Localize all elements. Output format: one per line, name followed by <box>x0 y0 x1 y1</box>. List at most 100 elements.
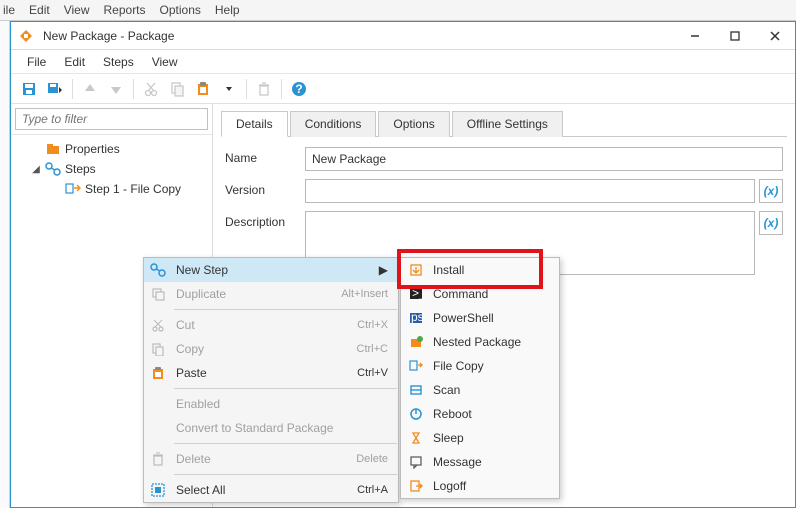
submenu-item-label: Reboot <box>433 407 472 421</box>
menu-item-convert-to-standard-package: Convert to Standard Package <box>144 416 398 440</box>
submenu-item-scan[interactable]: Scan <box>401 378 559 402</box>
parent-menu-file[interactable]: ile <box>3 3 15 17</box>
minimize-button[interactable] <box>675 22 715 50</box>
parent-menu-reports[interactable]: Reports <box>104 3 146 17</box>
toolbar-separator <box>281 79 282 99</box>
titlebar: New Package - Package <box>11 22 795 50</box>
submenu-item-powershell[interactable]: ps1PowerShell <box>401 306 559 330</box>
menu-item-cut: Cut Ctrl+X <box>144 313 398 337</box>
submenu-item-label: Install <box>433 263 464 277</box>
toolbar: ? <box>11 74 795 104</box>
submenu-item-install[interactable]: Install <box>401 258 559 282</box>
delete-button[interactable] <box>252 77 276 101</box>
version-variable-button[interactable]: (x) <box>759 179 783 203</box>
name-input[interactable] <box>305 147 783 171</box>
context-menu: New Step▶DuplicateAlt+Insert Cut Ctrl+X Cop… <box>143 257 399 503</box>
paste-button[interactable] <box>191 77 215 101</box>
select-all-icon <box>148 480 168 500</box>
help-button[interactable]: ? <box>287 77 311 101</box>
reboot-icon <box>407 405 425 423</box>
menu-item-shortcut: Ctrl+X <box>357 319 388 331</box>
install-icon <box>407 261 425 279</box>
powershell-icon: ps1 <box>407 309 425 327</box>
toolbar-separator <box>133 79 134 99</box>
menu-item-label: Cut <box>176 318 349 332</box>
menu-item-shortcut: Delete <box>356 453 388 465</box>
tab-details[interactable]: Details <box>221 111 288 137</box>
filter-input[interactable] <box>15 108 208 130</box>
menu-item-paste[interactable]: PasteCtrl+V <box>144 361 398 385</box>
svg-text:>_: >_ <box>412 287 423 300</box>
submenu-item-command[interactable]: >_ Command <box>401 282 559 306</box>
properties-icon <box>45 141 61 157</box>
menu-item-duplicate: DuplicateAlt+Insert <box>144 282 398 306</box>
description-label: Description <box>225 211 305 229</box>
tree-label: Steps <box>65 162 96 176</box>
menu-view[interactable]: View <box>144 52 186 72</box>
menu-item-copy: CopyCtrl+C <box>144 337 398 361</box>
submenu-item-reboot[interactable]: Reboot <box>401 402 559 426</box>
maximize-button[interactable] <box>715 22 755 50</box>
tab-offline-settings[interactable]: Offline Settings <box>452 111 563 137</box>
tab-conditions[interactable]: Conditions <box>290 111 377 137</box>
cut-icon <box>148 315 168 335</box>
submenu-item-label: File Copy <box>433 359 484 373</box>
move-up-button[interactable] <box>78 77 102 101</box>
new-step-submenu: Install >_ Command ps1PowerShell Nested Pack… <box>400 257 560 499</box>
menu-separator <box>174 443 397 444</box>
menubar: File Edit Steps View <box>11 50 795 74</box>
close-button[interactable] <box>755 22 795 50</box>
submenu-item-sleep[interactable]: Sleep <box>401 426 559 450</box>
sleep-icon <box>407 429 425 447</box>
menu-item-select-all[interactable]: Select AllCtrl+A <box>144 478 398 502</box>
delete-icon <box>148 449 168 469</box>
menu-item-label: Duplicate <box>176 287 333 301</box>
submenu-item-label: Nested Package <box>433 335 521 349</box>
menu-file[interactable]: File <box>19 52 54 72</box>
file-copy-icon <box>65 181 81 197</box>
menu-item-shortcut: Ctrl+V <box>357 367 388 379</box>
parent-menu-options[interactable]: Options <box>160 3 201 17</box>
window-title: New Package - Package <box>43 29 675 43</box>
submenu-item-label: Command <box>433 287 488 301</box>
left-strip <box>0 21 10 508</box>
submenu-item-file-copy[interactable]: File Copy <box>401 354 559 378</box>
submenu-item-logoff[interactable]: Logoff <box>401 474 559 498</box>
logoff-icon <box>407 477 425 495</box>
tree-label: Properties <box>65 142 120 156</box>
menu-item-delete: DeleteDelete <box>144 447 398 471</box>
submenu-arrow-icon: ▶ <box>378 263 388 277</box>
svg-text:?: ? <box>295 82 302 96</box>
tab-options[interactable]: Options <box>378 111 449 137</box>
name-label: Name <box>225 147 305 165</box>
blank-icon <box>148 418 168 438</box>
parent-menu-view[interactable]: View <box>64 3 90 17</box>
menu-edit[interactable]: Edit <box>56 52 93 72</box>
submenu-item-message[interactable]: Message <box>401 450 559 474</box>
save-button[interactable] <box>17 77 41 101</box>
tree-node-steps[interactable]: ◢ Steps <box>17 159 212 179</box>
collapse-icon[interactable]: ◢ <box>31 164 41 175</box>
menu-steps[interactable]: Steps <box>95 52 142 72</box>
submenu-item-nested-package[interactable]: Nested Package <box>401 330 559 354</box>
version-input[interactable] <box>305 179 755 203</box>
svg-text:ps1: ps1 <box>411 311 423 324</box>
menu-separator <box>174 388 397 389</box>
paste-dropdown-button[interactable] <box>217 77 241 101</box>
description-variable-button[interactable]: (x) <box>759 211 783 235</box>
parent-menu-help[interactable]: Help <box>215 3 240 17</box>
move-down-button[interactable] <box>104 77 128 101</box>
save-dropdown-button[interactable] <box>43 77 67 101</box>
copy-button[interactable] <box>165 77 189 101</box>
menu-item-new-step[interactable]: New Step▶ <box>144 258 398 282</box>
tree-node-step1[interactable]: Step 1 - File Copy <box>17 179 212 199</box>
cut-button[interactable] <box>139 77 163 101</box>
menu-item-label: Select All <box>176 483 349 497</box>
parent-menu-edit[interactable]: Edit <box>29 3 50 17</box>
message-icon <box>407 453 425 471</box>
menu-separator <box>174 474 397 475</box>
menu-item-label: Enabled <box>176 397 388 411</box>
tree-node-properties[interactable]: Properties <box>17 139 212 159</box>
paste-icon <box>148 363 168 383</box>
menu-separator <box>174 309 397 310</box>
